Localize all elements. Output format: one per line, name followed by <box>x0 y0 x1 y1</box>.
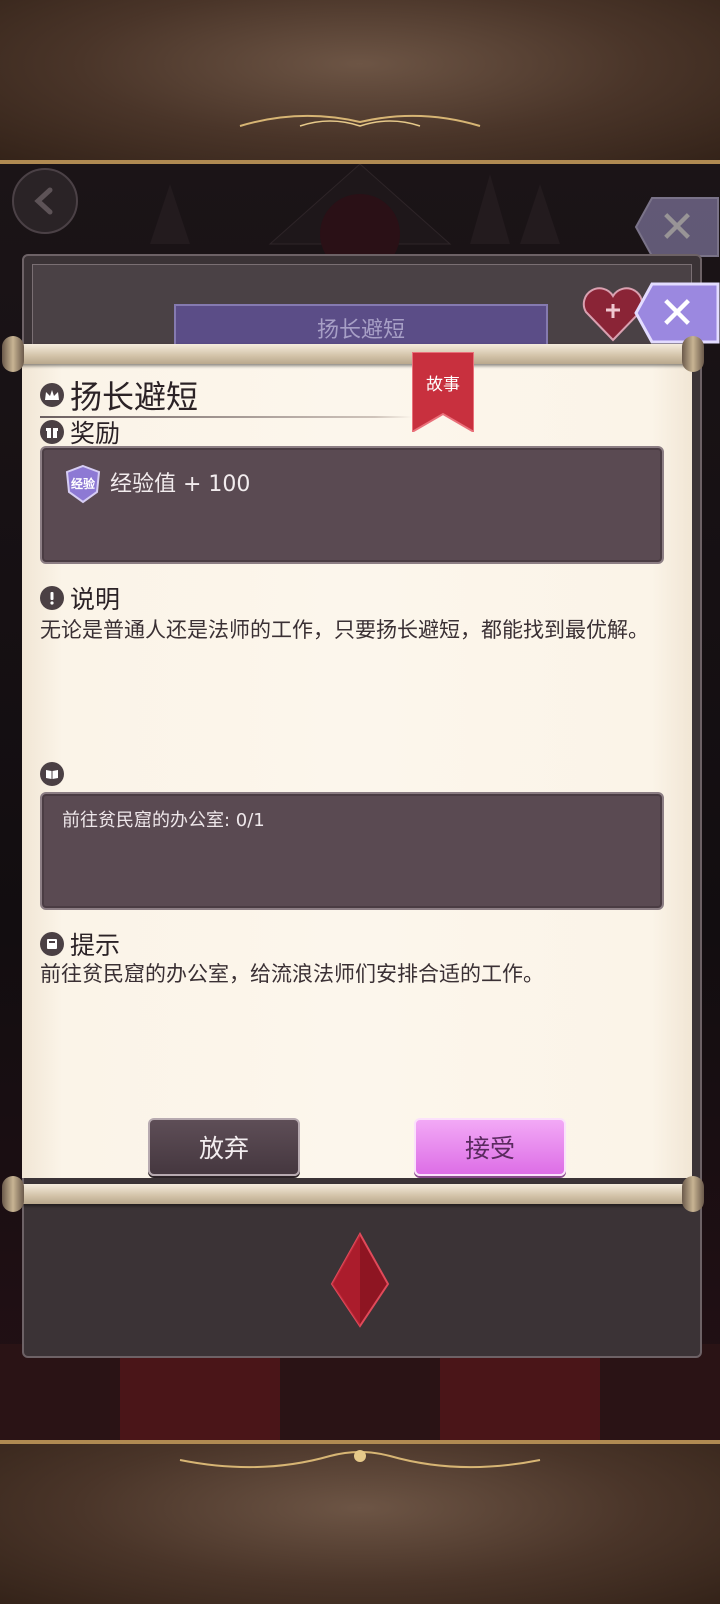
note-icon <box>40 932 64 956</box>
top-flourish <box>239 114 481 127</box>
quest-type-tag: 故事 <box>426 375 460 395</box>
reward-box: 经验 经验值 + 100 <box>40 446 664 564</box>
top-frame <box>0 0 720 164</box>
reward-text: 经验值 + 100 <box>110 472 251 497</box>
crown-icon <box>40 383 64 407</box>
exclamation-icon <box>40 586 64 610</box>
bottom-flourish <box>179 1450 541 1469</box>
close-button-background: ✕ <box>634 196 720 258</box>
back-button[interactable] <box>12 168 78 234</box>
scroll-rod-top <box>8 344 698 364</box>
scroll-knob <box>682 1176 704 1212</box>
chevron-left-icon <box>34 187 53 215</box>
scroll-rod-bottom <box>8 1184 698 1204</box>
hint-text: 前往贫民窟的办公室，给流浪法师们安排合适的工作。 <box>40 962 544 986</box>
experience-badge: 经验 <box>64 464 102 504</box>
objective-label-row <box>40 762 64 786</box>
description-text: 无论是普通人还是法师的工作，只要扬长避短，都能找到最优解。 <box>40 618 649 642</box>
description-label-row: 说明 <box>40 580 120 616</box>
objective-box: 前往贫民窟的办公室: 0/1 <box>40 792 664 910</box>
reward-label: 奖励 <box>70 419 121 448</box>
close-icon: ✕ <box>658 287 696 339</box>
quest-title-row: 扬长避短 <box>40 372 198 418</box>
scroll-knob <box>2 336 24 372</box>
close-button[interactable]: ✕ <box>634 282 720 344</box>
accept-button[interactable]: 接受 <box>414 1118 566 1176</box>
abandon-button[interactable]: 放弃 <box>148 1118 300 1176</box>
gift-icon <box>40 420 64 444</box>
experience-badge-label: 经验 <box>70 477 95 491</box>
red-gem-icon <box>330 1232 390 1328</box>
book-icon <box>40 762 64 786</box>
objective-text: 前往贫民窟的办公室: 0/1 <box>62 810 265 831</box>
hint-label-row: 提示 <box>40 926 120 962</box>
scroll-knob <box>682 336 704 372</box>
close-icon: ✕ <box>658 201 696 253</box>
scroll-knob <box>2 1176 24 1212</box>
hint-label: 提示 <box>70 931 121 960</box>
quest-title: 扬长避短 <box>70 378 199 416</box>
reward-label-row: 奖励 <box>40 414 120 450</box>
bottom-frame <box>0 1440 720 1604</box>
description-label: 说明 <box>70 585 121 614</box>
